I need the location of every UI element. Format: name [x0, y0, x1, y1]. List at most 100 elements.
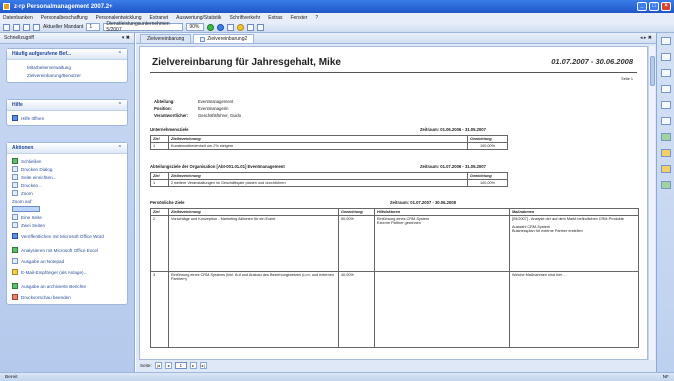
sidebar-item-print[interactable]: Drucken...	[12, 181, 122, 189]
sidebar-item-publish-word[interactable]: Veröffentlichen mit Microsoft Office Wor…	[12, 229, 122, 243]
save-icon[interactable]	[23, 23, 30, 31]
sidebar-item-label: Druckvorschau beenden	[21, 294, 71, 300]
help-icon[interactable]	[237, 23, 245, 31]
menu-item[interactable]: ?	[315, 15, 318, 21]
settings-icon[interactable]	[257, 23, 265, 31]
zoom-select[interactable]: 90%	[186, 23, 205, 31]
section-header: Abteilungsziele der Organisation [Abt-00…	[150, 164, 637, 169]
mandant-label: Aktueller Mandant	[43, 24, 84, 30]
application-window: z-rp Personalmanagement 2007.2+ _ □ × Da…	[0, 0, 674, 381]
chart-icon[interactable]	[661, 181, 671, 189]
sidebar-item-email[interactable]: E-Mail-Empfänger (als Anlage)...	[12, 265, 122, 279]
tab-zielvereinbarung[interactable]: Zielvereinbarung	[140, 34, 192, 43]
folder-icon[interactable]	[661, 149, 671, 157]
meta-label: Abteilung:	[154, 99, 175, 104]
sidebar-item-mitarbeiterverwaltung[interactable]: Mitarbeiterverwaltung	[27, 63, 122, 71]
page-input[interactable]: 1	[174, 362, 187, 369]
panel-header[interactable]: Häufig aufgerufene Bef... ⌃	[7, 49, 127, 60]
period-value: 01.07.2006 - 31.05.2007	[440, 164, 486, 169]
collapse-icon[interactable]: ⌃	[118, 145, 122, 151]
panel-icon[interactable]	[661, 53, 671, 61]
sidebar-item-archive[interactable]: Ausgabe an archivierte Berichte	[12, 279, 122, 293]
print-icon[interactable]	[227, 23, 235, 31]
department-goals-table: Ziel Zielbezeichnung Gewichtung 1 2 weit…	[150, 172, 508, 187]
sidebar-item-label: Ausgabe an archivierte Berichte	[21, 283, 87, 289]
open-icon[interactable]	[13, 23, 20, 31]
pin-icon[interactable]	[661, 37, 671, 45]
table-cell: 2	[150, 215, 169, 272]
menu-item[interactable]: Extras	[268, 15, 282, 21]
sidebar-item-page-setup[interactable]: Seite einrichten...	[12, 173, 122, 181]
mail-icon[interactable]	[661, 165, 671, 173]
word-icon	[12, 233, 18, 239]
table-cell: 100,00%	[467, 142, 508, 150]
meta-label: Position:	[154, 106, 172, 111]
company-goals-table: Ziel Zielbezeichnung Gewichtung 1 Kunden…	[150, 135, 508, 150]
panel-title: Häufig aufgerufene Bef...	[12, 51, 72, 57]
tab-zielvereinbarung2[interactable]: Zielvereinbarung2	[193, 34, 255, 43]
folder-icon[interactable]	[247, 23, 255, 31]
report-icon	[200, 36, 206, 42]
table-row: 3 Einführung eines CRM-Systems (inkl. Au…	[150, 271, 639, 348]
new-icon[interactable]	[3, 23, 10, 31]
menu-item[interactable]: Schriftverkehr	[229, 15, 260, 21]
menu-item[interactable]: Auswertung/Statistik	[176, 15, 221, 21]
menu-item[interactable]: Fenster	[290, 15, 307, 21]
excel-icon[interactable]	[661, 133, 671, 141]
collapse-icon[interactable]: ⌃	[118, 51, 122, 57]
table-cell: 100,00%	[467, 179, 508, 187]
sidebar-item-help[interactable]: Hilfe öffnen	[12, 114, 122, 122]
notes-icon[interactable]	[661, 117, 671, 125]
two-pages-icon	[12, 222, 18, 228]
column-header: Gewichtung	[338, 208, 375, 216]
sidebar-item-two-pages[interactable]: Zwei Seiten	[12, 221, 122, 229]
zoom-select-input[interactable]	[12, 206, 40, 212]
view-icon[interactable]	[33, 23, 40, 31]
go-icon[interactable]	[207, 23, 215, 31]
sidebar-item-close[interactable]: Schließen	[12, 157, 122, 165]
column-header: Maßnahmen	[509, 208, 639, 216]
sidebar-item-analyze-excel[interactable]: Analysieren mit Microsoft Office Excel	[12, 243, 122, 257]
actions-panel: Aktionen ⌃ Schließen Drucken Dialog Seite…	[6, 142, 128, 305]
tab-controls[interactable]: ◂ ▸ ✖	[640, 35, 652, 41]
menu-item[interactable]: Personalentwicklung	[96, 15, 142, 21]
status-bar: Bereit NF	[0, 372, 674, 381]
refresh-icon[interactable]	[217, 23, 225, 31]
sidebar-header: Schnellzugriff ▾ ✖	[0, 33, 134, 44]
list-icon[interactable]	[661, 85, 671, 93]
sidebar-item-zoom[interactable]: Zoom	[12, 189, 122, 197]
sidebar-item-close-preview[interactable]: Druckvorschau beenden	[12, 293, 122, 301]
company-select[interactable]: Dienstleistungsunternehmen 5/2007	[103, 21, 184, 33]
sidebar-item-zielvereinbarung[interactable]: Zielvereinbarung/Benutzer	[27, 71, 122, 79]
scroll-thumb[interactable]	[650, 56, 655, 86]
mandant-field[interactable]: 1	[86, 23, 101, 31]
next-page-button[interactable]: ▸	[189, 362, 197, 369]
panel-header[interactable]: Hilfe ⌃	[7, 100, 127, 111]
table-row: 2 Vorschläge und Konzeption - Marketing …	[150, 215, 639, 272]
minimize-button[interactable]: _	[637, 2, 647, 11]
sidebar-item-one-page[interactable]: Eine Seite	[12, 213, 122, 221]
close-button[interactable]: ×	[661, 2, 671, 11]
menu-item[interactable]: Personalbeschaffung	[41, 15, 88, 21]
vertical-scrollbar[interactable]	[648, 46, 655, 360]
prev-page-button[interactable]: ◂	[164, 362, 172, 369]
column-header: Ziel	[150, 208, 169, 216]
menu-item[interactable]: Datenbanken	[3, 15, 33, 21]
menu-bar: Datenbanken Personalbeschaffung Personal…	[0, 13, 674, 22]
sidebar-controls[interactable]: ▾ ✖	[122, 35, 130, 41]
last-page-button[interactable]: ▸|	[199, 362, 207, 369]
panel-header[interactable]: Aktionen ⌃	[7, 143, 127, 154]
calendar-icon[interactable]	[661, 101, 671, 109]
title-divider	[150, 72, 637, 73]
section-title: Abteilungsziele der Organisation [Abt-00…	[150, 164, 285, 169]
one-page-icon	[12, 214, 18, 220]
table-cell: 3	[150, 271, 169, 348]
maximize-button[interactable]: □	[649, 2, 659, 11]
sidebar-item-print-dialog[interactable]: Drucken Dialog	[12, 165, 122, 173]
document-icon[interactable]	[661, 69, 671, 77]
menu-item[interactable]: Extranet	[150, 15, 169, 21]
help-icon	[12, 115, 18, 121]
first-page-button[interactable]: |◂	[154, 362, 162, 369]
sidebar-item-notepad[interactable]: Ausgabe an Notepad	[12, 257, 122, 265]
collapse-icon[interactable]: ⌃	[118, 102, 122, 108]
